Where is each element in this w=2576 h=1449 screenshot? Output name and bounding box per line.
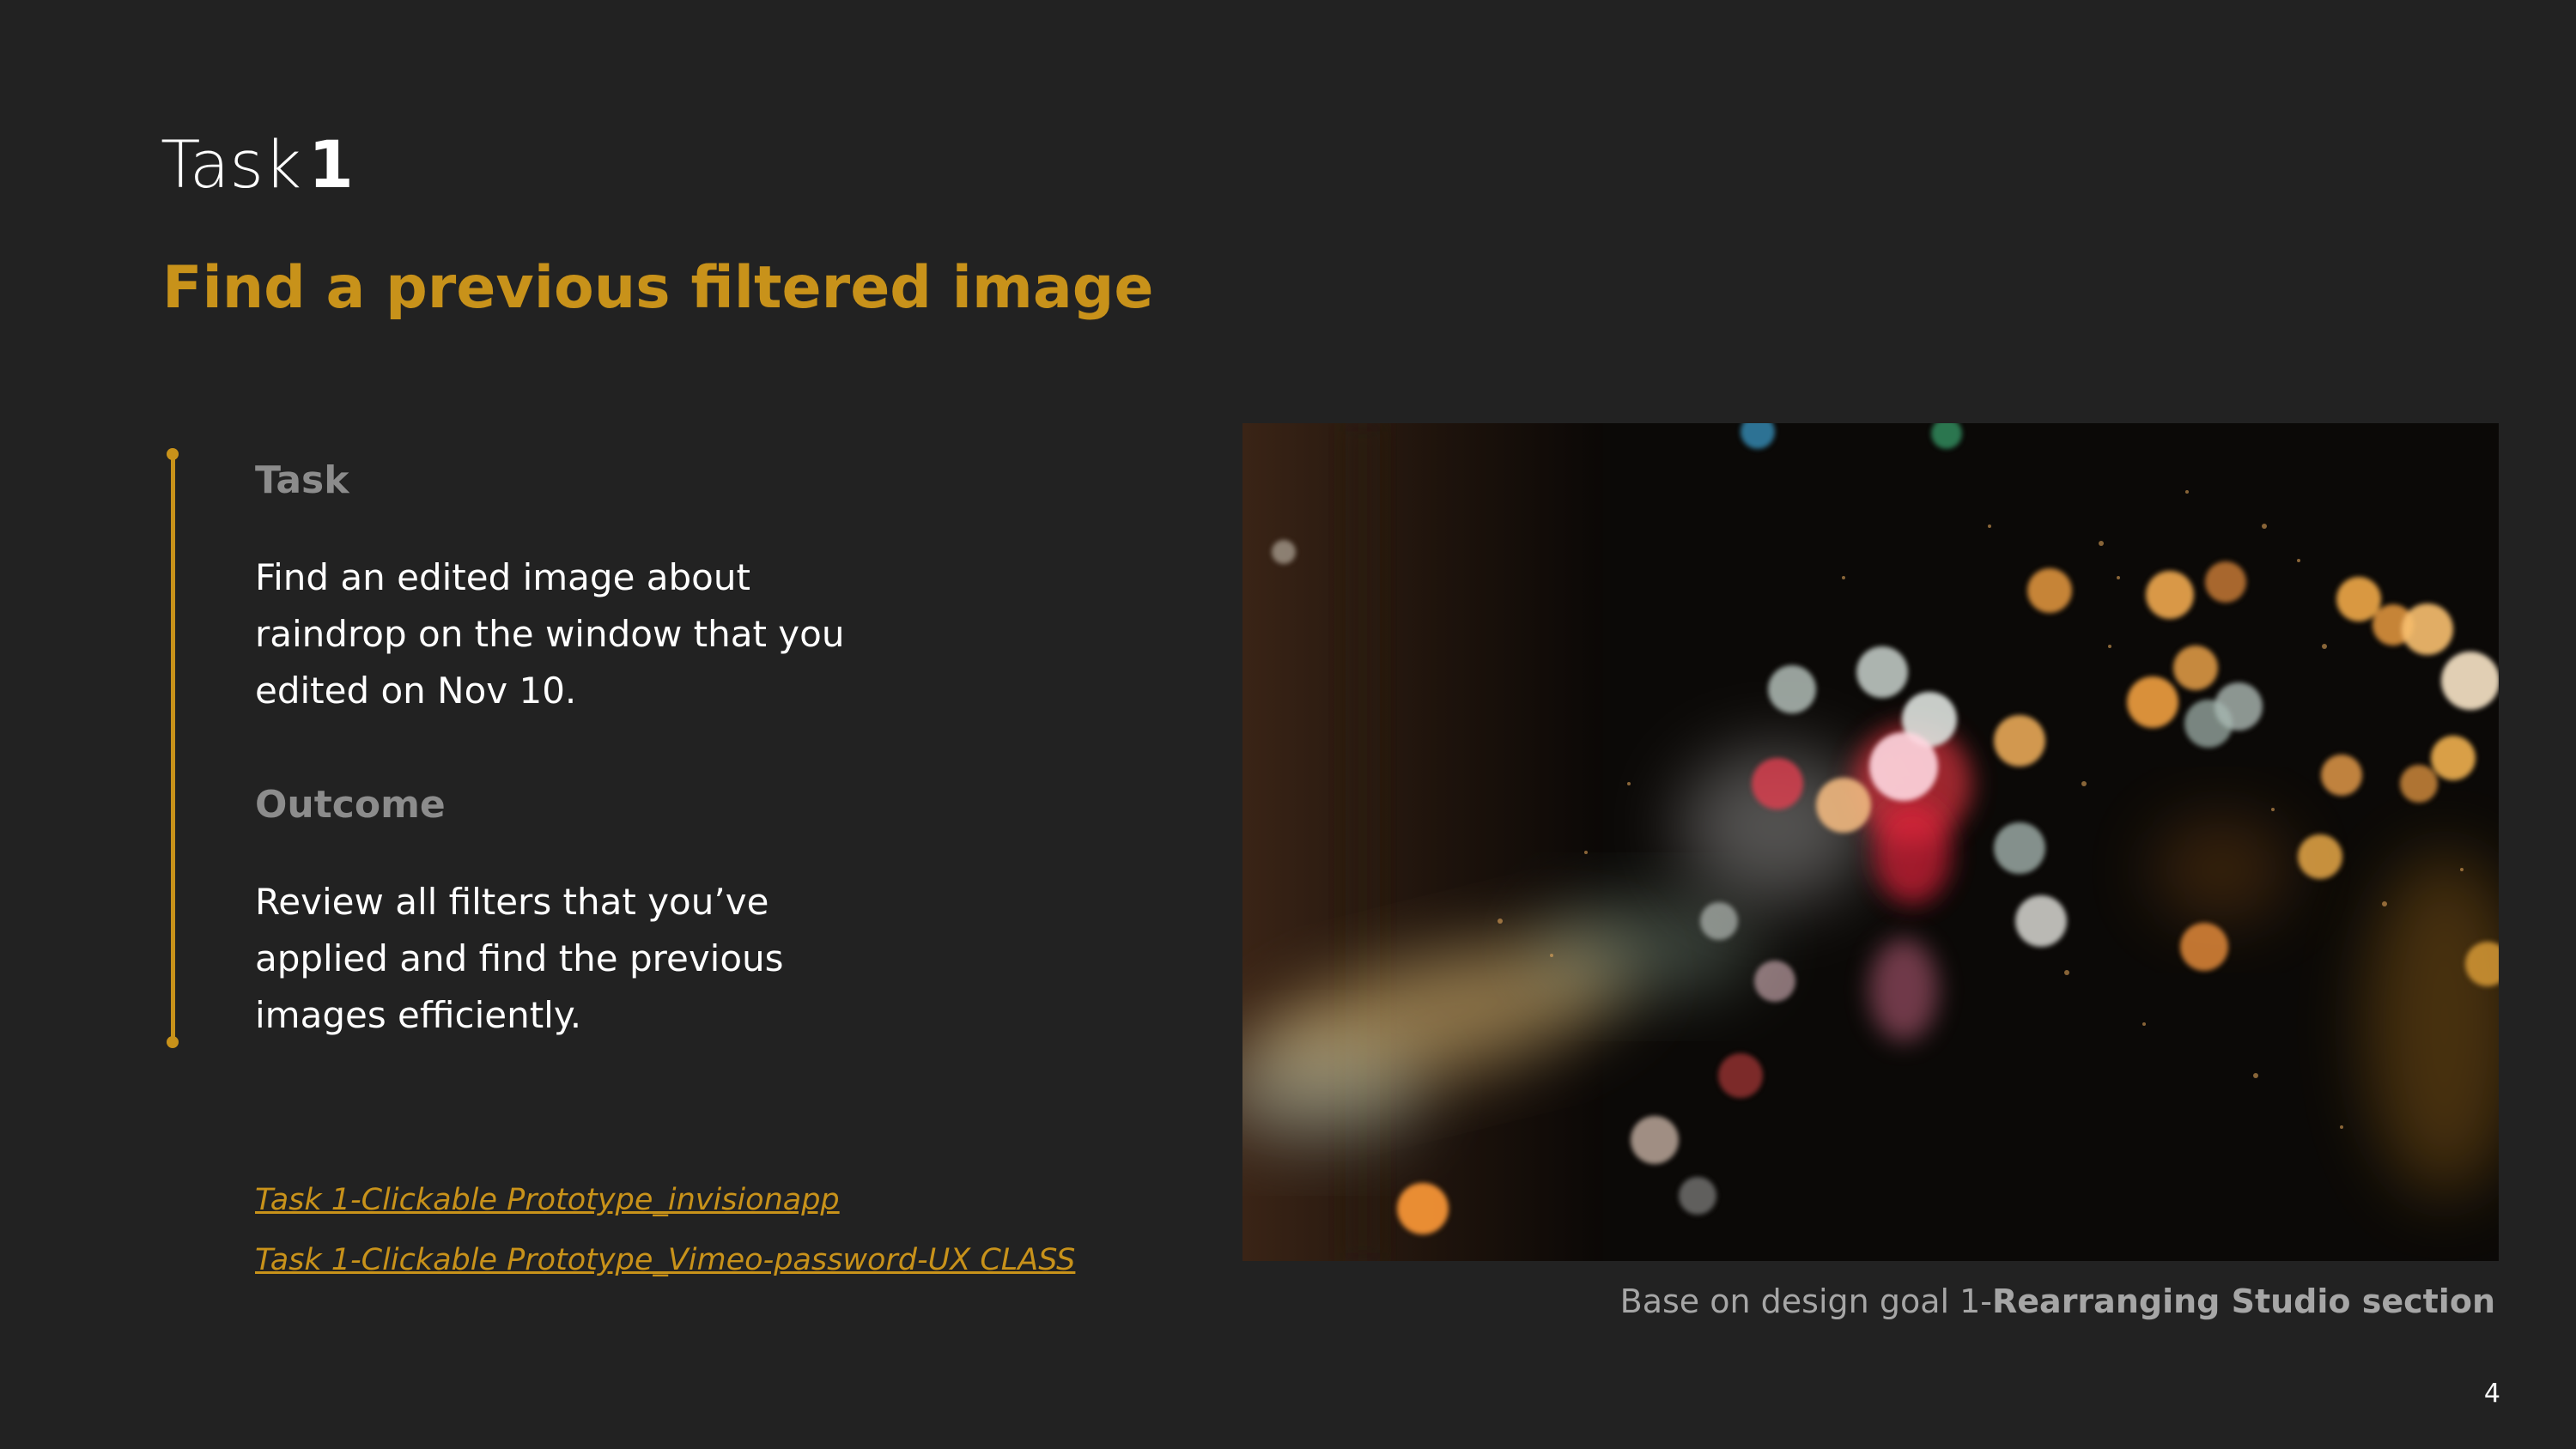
timeline-line: [171, 455, 175, 1042]
task-description: Find an edited image about raindrop on t…: [255, 556, 845, 712]
image-caption: Base on design goal 1-Rearranging Studio…: [1620, 1277, 2495, 1325]
outcome-heading: Outcome: [255, 783, 446, 827]
invision-prototype-link[interactable]: Task 1-Clickable Prototype_invisionapp: [255, 1179, 840, 1221]
page-number: 4: [2483, 1379, 2500, 1409]
outcome-description: Review all filters that you’ve applied a…: [255, 881, 784, 1036]
title-prefix: Task: [161, 126, 302, 203]
slide: Task 1 Find a previous filtered image Tas…: [0, 0, 2576, 1449]
caption-prefix: Base on design goal 1-: [1619, 1282, 1993, 1320]
bokeh-image: [1242, 423, 2499, 1261]
title-number: 1: [308, 126, 354, 203]
timeline-dot-bottom: [167, 1036, 179, 1048]
slide-subtitle: Find a previous filtered image: [162, 254, 1154, 322]
caption-bold: Rearranging Studio section: [1992, 1282, 2495, 1320]
task-heading: Task: [255, 458, 349, 502]
vimeo-prototype-link[interactable]: Task 1-Clickable Prototype_Vimeo-passwor…: [255, 1240, 1075, 1281]
raindrop-window-photo: [1242, 423, 2499, 1261]
timeline-dot-top: [167, 448, 179, 460]
slide-title: Task 1: [161, 122, 354, 208]
